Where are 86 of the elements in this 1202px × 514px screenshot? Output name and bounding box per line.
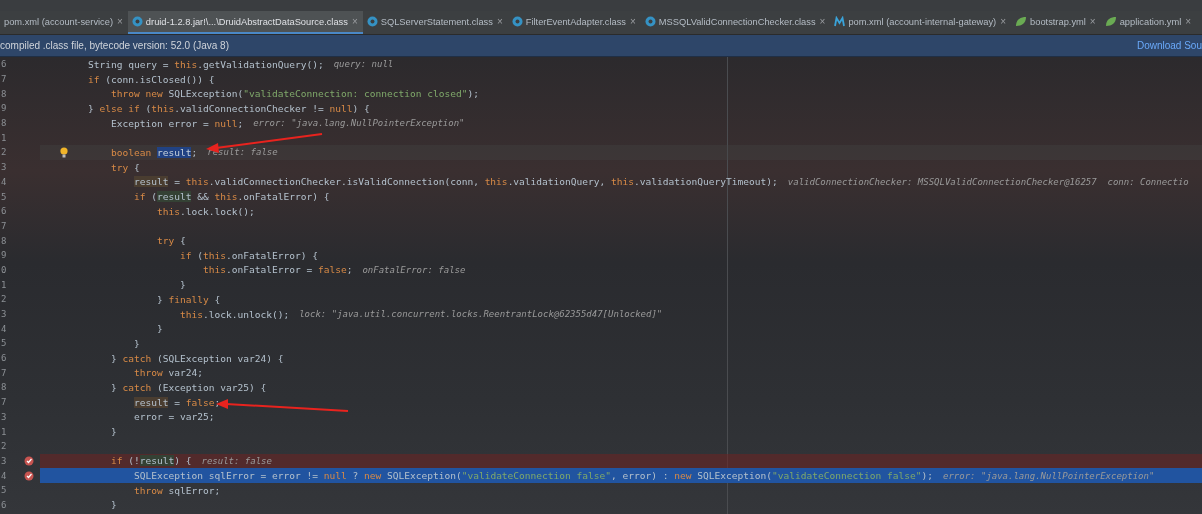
code-line: result = false; <box>132 396 221 408</box>
line-number: 4 <box>0 470 8 481</box>
code-line: SQLException sqlError = error != null ? new SQLException("validateConnection false", error) : new SQLException("validateConnection false"); error: "java.lang.NullPointerException" <box>132 470 1155 482</box>
code-line: String query = this.getValidationQuery(); query: null <box>88 58 394 70</box>
code-line: } catch (SQLException var24) { <box>110 352 284 364</box>
line-number: 5 <box>0 191 8 202</box>
line-number: 2 <box>0 147 8 158</box>
line-number: 6 <box>0 59 8 70</box>
breakpoint-icon[interactable] <box>24 470 34 481</box>
line-number: 7 <box>0 397 8 408</box>
code-line: } <box>178 279 186 291</box>
download-sources-link[interactable]: Download Sou <box>1136 40 1202 51</box>
file-tab[interactable]: pom.xml (account-service) × <box>0 11 128 34</box>
line-number: 2 <box>0 441 8 452</box>
line-number: 2 <box>0 294 8 305</box>
code-line: result = this.validConnectionChecker.isValidConnection(conn, this.validationQuery, this.validationQueryTimeout); validConnectionChecker: MSSQLValidConnectionChecker@16257 conn: Connectio <box>132 176 1189 188</box>
class-file-icon <box>366 16 378 27</box>
line-number: 7 <box>0 74 8 85</box>
line-number: 7 <box>0 367 8 378</box>
line-number: 1 <box>0 279 8 290</box>
line-number: 9 <box>0 103 8 114</box>
line-number: 3 <box>0 309 8 320</box>
line-number: 8 <box>0 118 8 129</box>
class-file-icon <box>511 16 523 27</box>
close-icon[interactable]: × <box>495 16 504 27</box>
close-icon[interactable]: × <box>818 16 827 27</box>
code-line: Exception error = null; error: "java.lang.NullPointerException" <box>110 117 465 129</box>
code-line: try { <box>110 161 140 173</box>
code-line: throw new SQLException("validateConnection: connection closed"); <box>110 88 479 100</box>
line-number: 3 <box>0 411 8 422</box>
close-icon[interactable]: × <box>350 16 359 27</box>
file-tab[interactable]: MSSQLValidConnectionChecker.class × <box>640 11 831 34</box>
code-line: throw sqlError; <box>133 484 221 496</box>
code-line: try { <box>156 235 186 247</box>
leaf-icon <box>1104 16 1117 27</box>
code-line: } <box>110 499 117 511</box>
code-line: if (!result) { result: false <box>110 455 272 467</box>
line-number: 4 <box>0 176 8 187</box>
code-line: } <box>155 323 163 335</box>
line-number: 5 <box>0 485 8 496</box>
file-tab[interactable]: FilterEventAdapter.class × <box>507 11 641 34</box>
line-number: 5 <box>0 338 8 349</box>
line-number: 6 <box>0 206 8 217</box>
close-icon[interactable]: × <box>1088 16 1097 27</box>
line-number: 9 <box>0 250 8 261</box>
line-number: 6 <box>0 499 8 510</box>
code-line: } <box>110 426 117 438</box>
line-number: 0 <box>0 264 8 275</box>
line-number: 7 <box>0 220 8 231</box>
code-line: if (result && this.onFatalError) { <box>133 191 330 203</box>
code-line: if (this.onFatalError) { <box>178 249 318 261</box>
line-number: 1 <box>0 426 8 437</box>
close-icon[interactable]: × <box>1184 16 1193 27</box>
letter-m-icon <box>834 16 846 27</box>
line-number: 8 <box>0 88 8 99</box>
line-number: 4 <box>0 323 8 334</box>
code-line: } finally { <box>155 293 221 305</box>
class-file-icon <box>644 16 656 27</box>
line-number: 1 <box>0 132 8 143</box>
code-line: error = var25; <box>132 411 215 423</box>
line-number: 8 <box>0 382 8 393</box>
file-tab[interactable]: SQLServerStatement.class × <box>362 11 508 34</box>
code-line: this.lock.lock(); <box>156 205 255 217</box>
line-number: 6 <box>0 353 8 364</box>
line-number: 3 <box>0 162 8 173</box>
file-tab[interactable]: application.yml × <box>1100 11 1197 34</box>
close-icon[interactable]: × <box>629 16 637 27</box>
line-number: 8 <box>0 235 8 246</box>
code-line: if (conn.isClosed()) { <box>88 73 215 85</box>
file-tab[interactable]: pom.xml (account-internal-gateway) × <box>830 11 1012 34</box>
code-line: this.lock.unlock(); lock: "java.util.concurrent.locks.ReentrantLock@62355d47[Unlocked]" <box>178 308 663 320</box>
code-line: throw var24; <box>133 367 203 379</box>
notice-text: compiled .class file, bytecode version: 52.0 (Java 8) <box>0 40 229 51</box>
line-number: 3 <box>0 455 8 466</box>
file-tab[interactable]: druid-1.2.8.jar!\...\DruidAbstractDataSource.class × <box>127 11 363 34</box>
file-tab[interactable]: bootstrap.yml × <box>1011 11 1101 34</box>
leaf-icon <box>1015 16 1028 27</box>
code-line: this.onFatalError = false; onFatalError: false <box>201 264 466 276</box>
class-file-icon <box>131 16 143 27</box>
code-line: } <box>132 337 140 349</box>
code-line: } catch (Exception var25) { <box>110 381 267 393</box>
lightbulb-icon[interactable] <box>60 146 68 158</box>
breakpoint-icon[interactable] <box>24 455 34 466</box>
close-icon[interactable]: × <box>999 16 1008 27</box>
code-line: } else if (this.validConnectionChecker != null) { <box>88 102 370 114</box>
close-icon[interactable]: × <box>116 16 124 27</box>
